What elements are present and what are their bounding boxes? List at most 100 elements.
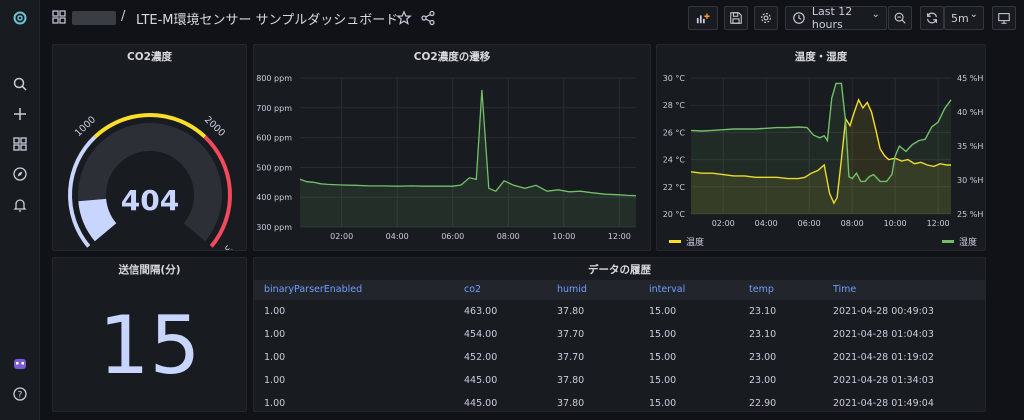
dashboard-settings-button[interactable] [754, 6, 778, 30]
table-row: 1.00 445.00 37.80 15.00 22.90 2021-04-28 01:4… [254, 392, 985, 411]
table-cell: 23.00 [749, 352, 777, 363]
table-cell: 445.00 [464, 398, 498, 409]
x-tick-label: 10:00 [552, 232, 575, 241]
legend-swatch [941, 240, 954, 243]
y-right-tick-label: 40 %H [957, 108, 983, 117]
table-cell: 463.00 [464, 306, 498, 317]
gauge-chart: 404 0100020003000 [68, 113, 234, 250]
y-tick-label: 800 ppm [256, 74, 292, 83]
table-cell: 1.00 [264, 306, 286, 317]
breadcrumb-folder-redacted[interactable] [72, 11, 116, 25]
column-header[interactable]: binaryParserEnabled [264, 280, 362, 300]
grafana-logo-icon[interactable] [10, 8, 30, 28]
table-cell: 1.00 [264, 375, 286, 386]
y-right-tick-label: 45 %H [957, 74, 983, 83]
panel-interval-stat[interactable]: 送信間隔(分) 15 [52, 257, 247, 412]
table-cell: 452.00 [464, 352, 498, 363]
panel-temp-humid[interactable]: 温度・湿度 20 °C 22 °C 24 °C 26 °C 28 °C 30 °C 25 %… [656, 44, 986, 251]
create-plus-icon[interactable] [10, 104, 30, 124]
x-tick-label: 08:00 [497, 232, 520, 241]
add-panel-button[interactable] [688, 6, 718, 30]
table-cell: 23.10 [749, 329, 777, 340]
dashboards-grid-icon[interactable] [10, 134, 30, 154]
zoom-out-icon [894, 12, 906, 24]
data-table: binaryParserEnabled co2 humid interval temp T… [254, 280, 985, 411]
legend-item-humid[interactable]: 湿度 [941, 235, 977, 248]
table-cell: 15.00 [649, 306, 677, 317]
table-cell: 15.00 [649, 329, 677, 340]
table-header-row: binaryParserEnabled co2 humid interval temp T… [254, 280, 985, 300]
time-range-picker[interactable]: Last 12 hours ⌄ [785, 5, 887, 31]
gauge-value-arc [78, 198, 117, 242]
legend-label: 湿度 [958, 238, 977, 248]
y-left-tick-label: 24 °C [663, 156, 686, 165]
gauge-value: 404 [121, 184, 179, 217]
panel-title: データの履歴 [588, 264, 651, 276]
panel-co2-timeseries[interactable]: CO2濃度の遷移 300 ppm 400 ppm 500 ppm 600 ppm 700… [253, 44, 651, 251]
y-tick-label: 400 ppm [256, 193, 292, 202]
search-icon[interactable] [10, 74, 30, 94]
table-row: 1.00 463.00 37.80 15.00 23.10 2021-04-28 00:4… [254, 300, 985, 323]
save-icon [730, 12, 742, 24]
column-header[interactable]: co2 [464, 280, 481, 300]
column-header[interactable]: humid [557, 280, 587, 300]
refresh-button[interactable] [920, 6, 944, 30]
legend-item-temp[interactable]: 温度 [669, 235, 704, 248]
alerting-bell-icon[interactable] [10, 195, 30, 215]
y-right-tick-label: 30 %H [957, 176, 983, 185]
co2-line-chart: 300 ppm 400 ppm 500 ppm 600 ppm 700 ppm 800 p… [256, 74, 637, 241]
legend-swatch [669, 240, 681, 243]
y-left-tick-label: 30 °C [663, 74, 686, 83]
panel-co2-gauge[interactable]: CO2濃度 404 0100020003000 [52, 44, 247, 251]
panel-title: 送信間隔(分) [118, 264, 181, 276]
y-tick-label: 500 ppm [256, 163, 292, 172]
x-tick-label: 02:00 [330, 232, 353, 241]
column-header[interactable]: Time [833, 280, 856, 300]
y-right-tick-label: 35 %H [957, 142, 983, 151]
table-cell: 2021-04-28 01:19:02 [833, 352, 934, 363]
dashboard-app: ? / LTE-M環境センサー サンプルダッシュボード Last 12 hour… [0, 0, 1024, 420]
help-icon[interactable]: ? [10, 384, 30, 404]
chevron-down-icon: ⌄ [871, 9, 880, 20]
table-cell: 1.00 [264, 398, 286, 409]
y-left-tick-label: 28 °C [663, 101, 686, 110]
star-icon[interactable] [396, 10, 412, 26]
table-cell: 37.80 [557, 398, 585, 409]
tv-mode-button[interactable] [992, 6, 1016, 30]
table-row: 1.00 452.00 37.70 15.00 23.00 2021-04-28 01:1… [254, 346, 985, 369]
column-header[interactable]: interval [649, 280, 685, 300]
y-left-tick-label: 26 °C [663, 128, 686, 137]
y-left-tick-label: 20 °C [663, 210, 686, 219]
clock-icon [793, 12, 805, 24]
table-cell: 2021-04-28 01:04:03 [833, 329, 934, 340]
refresh-interval-label: 5m [951, 11, 969, 25]
table-row: 1.00 445.00 37.80 15.00 23.00 2021-04-28 01:3… [254, 369, 985, 392]
explore-compass-icon[interactable] [10, 164, 30, 184]
legend-label: 温度 [686, 238, 705, 248]
y-tick-label: 600 ppm [256, 134, 292, 143]
x-tick-label: 12:00 [608, 232, 631, 241]
column-header[interactable]: temp [749, 280, 774, 300]
share-icon[interactable] [420, 10, 436, 26]
zoom-out-button[interactable] [888, 6, 912, 30]
refresh-icon [927, 12, 937, 24]
table-cell: 445.00 [464, 375, 498, 386]
table-cell: 454.00 [464, 329, 498, 340]
refresh-interval-picker[interactable]: 5m ⌄ [944, 6, 984, 30]
gear-icon [761, 13, 771, 23]
table-row: 1.00 454.00 37.70 15.00 23.10 2021-04-28 01:0… [254, 323, 985, 346]
x-tick-label: 08:00 [841, 219, 864, 228]
interval-value: 15 [98, 299, 201, 392]
table-cell: 2021-04-28 00:49:03 [833, 306, 934, 317]
y-left-tick-label: 22 °C [663, 183, 686, 192]
series-area [300, 89, 636, 228]
save-dashboard-button[interactable] [724, 6, 748, 30]
user-avatar-icon[interactable] [10, 354, 30, 374]
series-area [691, 83, 951, 215]
table-cell: 1.00 [264, 352, 286, 363]
table-cell: 15.00 [649, 375, 677, 386]
panel-data-table[interactable]: データの履歴 binaryParserEnabled co2 humid interv… [253, 257, 986, 412]
y-right-tick-label: 25 %H [957, 210, 983, 219]
dashboards-grid-icon [52, 10, 66, 24]
dashboard-title[interactable]: LTE-M環境センサー サンプルダッシュボード [136, 9, 398, 28]
